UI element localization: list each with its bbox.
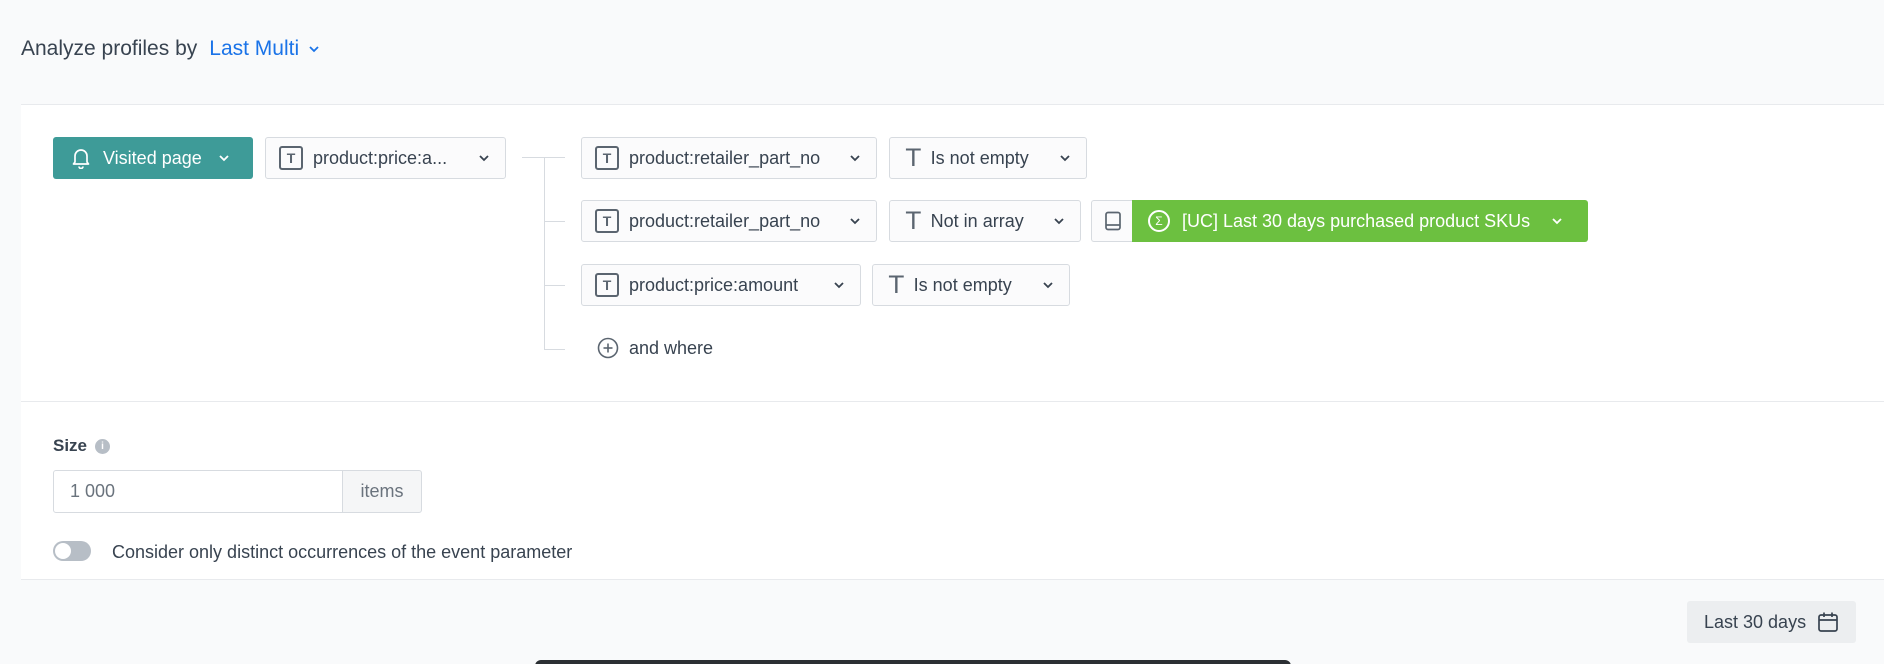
chevron-down-icon	[834, 282, 844, 289]
event-select-button[interactable]: Visited page	[53, 137, 253, 179]
chevron-down-icon	[850, 155, 860, 162]
sigma-icon: Σ	[1148, 210, 1170, 232]
event-label: Visited page	[103, 147, 202, 168]
text-type-icon: T	[595, 273, 619, 297]
and-where-label: and where	[629, 337, 714, 358]
condition-operator-select[interactable]: T Is not empty	[889, 137, 1087, 179]
chevron-down-icon	[219, 155, 229, 162]
condition-param-label: product:retailer_part_no	[629, 147, 821, 168]
bell-icon	[72, 149, 90, 169]
tree-connector	[544, 157, 545, 350]
size-input[interactable]	[53, 470, 343, 513]
calendar-icon	[1818, 612, 1838, 632]
condition-operator-label: Is not empty	[913, 274, 1012, 295]
condition-param-select[interactable]: T product:retailer_part_no	[581, 200, 877, 242]
condition-operator-label: Not in array	[930, 210, 1024, 231]
plus-circle-icon	[597, 337, 619, 359]
aggregate-select-value: Last Multi	[209, 37, 300, 60]
text-type-icon: T	[595, 209, 619, 233]
condition-operator-select[interactable]: T Not in array	[889, 200, 1081, 242]
size-label-text: Size	[53, 436, 88, 455]
condition-param-select[interactable]: T product:price:amount	[581, 264, 861, 306]
event-param-select[interactable]: T product:price:a...	[265, 137, 506, 179]
condition-param-label: product:price:amount	[629, 274, 799, 295]
event-param-label: product:price:a...	[313, 147, 448, 168]
distinct-occurrences-toggle[interactable]	[53, 541, 91, 561]
info-icon[interactable]: i	[95, 438, 111, 454]
aggregate-select[interactable]: Last Multi	[209, 37, 321, 61]
section-divider	[21, 401, 1884, 402]
condition-param-select[interactable]: T product:retailer_part_no	[581, 137, 877, 179]
text-operator-icon: T	[889, 271, 904, 299]
condition-param-label: product:retailer_part_no	[629, 210, 821, 231]
size-label: Size i	[53, 436, 111, 456]
condition-value-select[interactable]: Σ [UC] Last 30 days purchased product SK…	[1132, 200, 1588, 242]
text-operator-icon: T	[906, 207, 921, 235]
toggle-knob	[55, 543, 71, 559]
chevron-down-icon	[850, 218, 860, 225]
catalog-source-button[interactable]	[1091, 200, 1133, 242]
text-operator-icon: T	[906, 144, 921, 172]
chevron-down-icon	[1552, 218, 1562, 225]
size-unit-suffix: items	[342, 470, 422, 513]
distinct-occurrences-label: Consider only distinct occurrences of th…	[112, 542, 573, 562]
date-range-label: Last 30 days	[1704, 611, 1807, 632]
results-panel-edge	[535, 660, 1291, 664]
text-type-icon: T	[595, 146, 619, 170]
analyze-profiles-label: Analyze profiles by	[21, 37, 198, 60]
add-condition-button[interactable]: and where	[597, 337, 713, 359]
text-type-icon: T	[279, 146, 303, 170]
date-range-button[interactable]: Last 30 days	[1687, 601, 1856, 643]
chevron-down-icon	[309, 46, 319, 53]
chevron-down-icon	[1060, 155, 1070, 162]
results-footer	[21, 579, 1884, 664]
chevron-down-icon	[1054, 218, 1064, 225]
book-icon	[1104, 211, 1121, 231]
condition-operator-label: Is not empty	[930, 147, 1029, 168]
page-header: Analyze profiles by Last Multi	[21, 34, 321, 64]
tree-connector	[544, 349, 565, 350]
tree-connector	[544, 285, 565, 286]
condition-value-label: [UC] Last 30 days purchased product SKUs	[1182, 210, 1531, 231]
chevron-down-icon	[1043, 282, 1053, 289]
chevron-down-icon	[479, 155, 489, 162]
tree-connector	[544, 221, 565, 222]
condition-operator-select[interactable]: T Is not empty	[872, 264, 1070, 306]
